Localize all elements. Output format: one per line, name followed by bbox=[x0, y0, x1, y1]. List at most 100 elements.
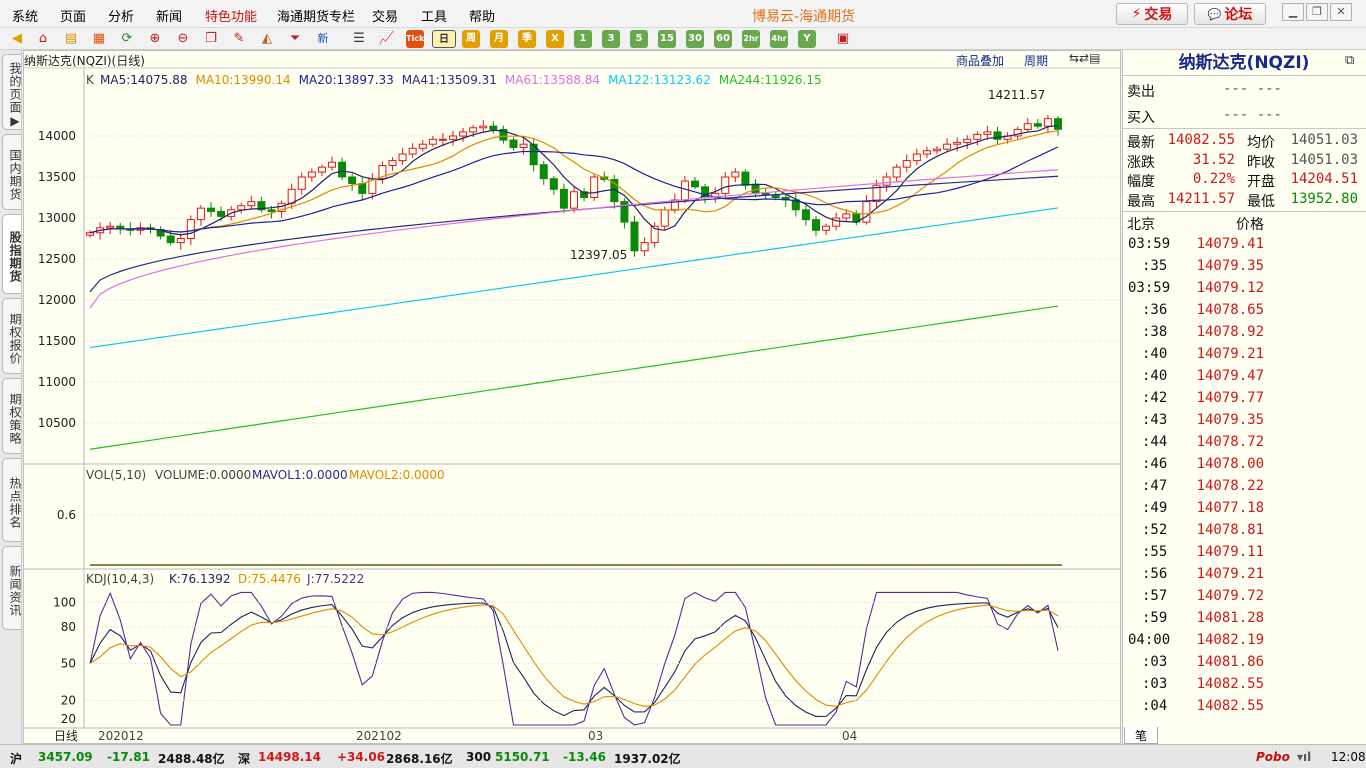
stat-label: 最低 bbox=[1247, 193, 1275, 210]
ma-legend-item: MA20:13897.33 bbox=[298, 73, 394, 87]
kdj-header-item: D:75.4476 bbox=[238, 572, 301, 586]
candle-body bbox=[721, 176, 730, 194]
tick-price: 14079.21 bbox=[1196, 566, 1264, 582]
status-sh-turnover: 2488.48亿 bbox=[158, 752, 225, 766]
candle-body bbox=[186, 219, 195, 239]
candle-body bbox=[287, 188, 296, 204]
date-label: 日线 bbox=[54, 729, 78, 743]
kdj-tick-label: 20 bbox=[61, 712, 76, 726]
ma122-line bbox=[89, 207, 1059, 349]
overlay-link[interactable]: 商品叠加 bbox=[956, 52, 1004, 69]
candle-body bbox=[912, 153, 921, 162]
quote-title: 纳斯达克(NQZI) bbox=[1122, 50, 1366, 76]
signal-icon: ▾ıl bbox=[1297, 750, 1312, 764]
kdj-header-item: KDJ(10,4,3) bbox=[86, 572, 154, 586]
price-tick-label: 14000 bbox=[38, 129, 76, 143]
ma-legend-item: MA41:13509.31 bbox=[401, 73, 497, 87]
stat-label: 昨收 bbox=[1247, 154, 1275, 171]
kdj-tick-label: 100 bbox=[53, 595, 76, 609]
candle-body bbox=[348, 176, 357, 185]
low-label: 12397.05 bbox=[570, 248, 627, 262]
candle-body bbox=[892, 166, 901, 178]
tick-price: 14078.65 bbox=[1196, 302, 1264, 318]
candle-body bbox=[509, 139, 518, 148]
tick-row: :47 14078.22 bbox=[1122, 476, 1366, 498]
candle-body bbox=[973, 133, 982, 140]
ticks-time-header: 北京 bbox=[1127, 217, 1155, 233]
candle-body bbox=[338, 161, 347, 178]
candle-body bbox=[680, 180, 689, 201]
candle-body bbox=[388, 160, 397, 167]
candle-body bbox=[539, 164, 548, 180]
status-sz-index: 14498.14 bbox=[258, 750, 322, 764]
candle-body bbox=[106, 225, 115, 229]
tick-time: :42 bbox=[1142, 390, 1168, 406]
price-tick-label: 12500 bbox=[38, 252, 76, 266]
tick-row: :36 14078.65 bbox=[1122, 300, 1366, 322]
tick-time: :43 bbox=[1142, 412, 1168, 428]
stat-value: 31.52 bbox=[1192, 151, 1235, 168]
tick-row: :38 14078.92 bbox=[1122, 322, 1366, 344]
vol-header-item: VOL(5,10) bbox=[86, 468, 146, 482]
tick-time: :40 bbox=[1142, 346, 1168, 362]
date-label: 03 bbox=[588, 729, 603, 743]
status-300-change: -13.46 bbox=[563, 750, 606, 764]
tick-time: :46 bbox=[1142, 456, 1168, 472]
stat-value: 14051.03 bbox=[1290, 132, 1358, 148]
vol-header-item: VOLUME:0.0000 bbox=[155, 468, 251, 482]
price-tick-label: 11500 bbox=[38, 334, 76, 348]
kdj-header-item: J:77.5222 bbox=[306, 572, 364, 586]
tick-price: 14079.41 bbox=[1196, 236, 1264, 252]
candle-body bbox=[590, 176, 599, 198]
tick-price: 14079.47 bbox=[1196, 368, 1264, 384]
tick-tab[interactable]: 笔 bbox=[1124, 727, 1158, 744]
period-link[interactable]: 周期 bbox=[1024, 52, 1048, 69]
tick-time: :38 bbox=[1142, 324, 1168, 340]
tick-row: :43 14079.35 bbox=[1122, 410, 1366, 432]
candle-body bbox=[166, 235, 175, 244]
tick-price: 14082.55 bbox=[1196, 698, 1264, 714]
candle-body bbox=[207, 207, 215, 212]
stat-label: 涨跌 bbox=[1127, 154, 1155, 171]
candle-body bbox=[479, 125, 488, 129]
candle-body bbox=[731, 171, 740, 178]
kdj-tick-label: 80 bbox=[61, 620, 76, 634]
tick-row: :52 14078.81 bbox=[1122, 520, 1366, 542]
candle-body bbox=[86, 232, 94, 236]
price-tick-label: 13000 bbox=[38, 211, 76, 225]
tick-time: :04 bbox=[1142, 698, 1168, 714]
window-toggle-icon[interactable]: ⧉ bbox=[1345, 53, 1354, 68]
candle-body bbox=[549, 178, 558, 190]
candle-body bbox=[630, 221, 639, 252]
price-tick-label: 12000 bbox=[38, 293, 76, 307]
candle-body bbox=[862, 201, 871, 223]
candle-body bbox=[317, 166, 326, 173]
tick-time: :52 bbox=[1142, 522, 1168, 538]
tick-row: :46 14078.00 bbox=[1122, 454, 1366, 476]
tick-time: 04:00 bbox=[1128, 632, 1171, 648]
clock: 12:08 bbox=[1331, 750, 1366, 764]
tick-row: 03:59 14079.41 bbox=[1122, 234, 1366, 256]
status-sh-change: -17.81 bbox=[107, 750, 150, 764]
chart-header: 纳斯达克(NQZI)(日线) bbox=[24, 54, 145, 68]
stat-value: 14211.57 bbox=[1167, 190, 1235, 207]
ma-legend-item: MA10:13990.14 bbox=[195, 73, 291, 87]
ma-legend-item: MA244:11926.15 bbox=[718, 73, 822, 87]
candle-body bbox=[882, 176, 891, 186]
tick-row: 03:59 14079.12 bbox=[1122, 278, 1366, 300]
tick-price: 14078.72 bbox=[1196, 434, 1264, 450]
tick-time: :35 bbox=[1142, 258, 1168, 274]
tick-time: :03 bbox=[1142, 676, 1168, 692]
tick-row: :49 14077.18 bbox=[1122, 498, 1366, 520]
layout-icon[interactable]: ⇆⇄▤ bbox=[1069, 51, 1100, 65]
tick-time: :47 bbox=[1142, 478, 1168, 494]
stat-value: 13952.80 bbox=[1290, 190, 1358, 207]
candle-body bbox=[943, 143, 952, 150]
status-sz-label: 深 bbox=[238, 752, 251, 766]
candle-body bbox=[247, 201, 256, 207]
candle-body bbox=[449, 135, 457, 140]
status-300-label: 300 bbox=[466, 750, 492, 764]
kdj-tick-label: 50 bbox=[61, 657, 76, 671]
candle-body bbox=[640, 242, 649, 252]
price-tick-label: 11000 bbox=[38, 375, 76, 389]
